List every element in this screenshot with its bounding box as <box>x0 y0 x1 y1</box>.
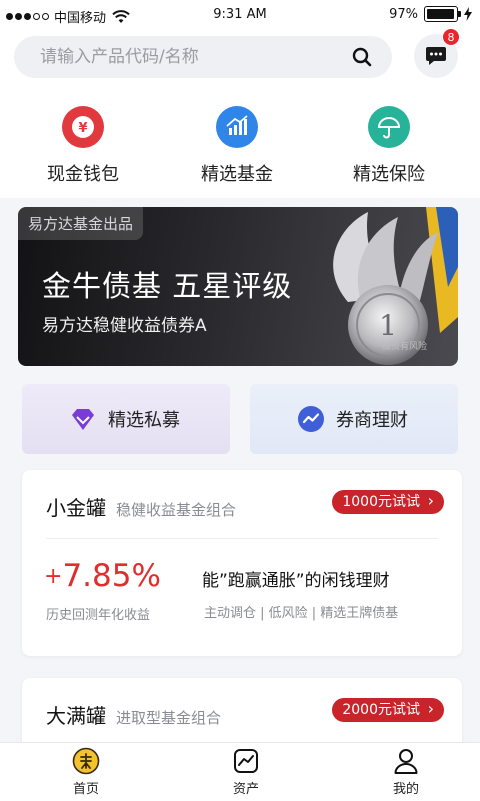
asset-chart-icon <box>232 747 260 775</box>
status-bar: 中国移动 9:31 AM 97% <box>0 0 480 30</box>
product-desc: 进取型基金组合 <box>116 709 222 727</box>
quick-label: 精选保险 <box>353 164 425 185</box>
battery-icon <box>424 6 461 22</box>
product-name: 小金罐 <box>46 496 106 520</box>
private-fund-card[interactable]: 精选私募 <box>22 384 230 454</box>
product-name: 大满罐 <box>46 704 106 728</box>
banner-tag: 易方达基金出品 <box>18 207 144 240</box>
product-slogan: 能”跑赢通胀”的闲钱理财 <box>202 571 390 591</box>
tab-label: 首页 <box>72 782 99 797</box>
tab-home[interactable]: 首页 <box>46 747 126 797</box>
quick-entries: ¥ 现金钱包 精选基金 精选保险 <box>0 90 480 198</box>
search-input[interactable] <box>40 36 340 78</box>
status-right: 97% <box>389 6 472 22</box>
tab-label: 我的 <box>392 782 419 797</box>
battery-percent: 97% <box>389 6 418 22</box>
message-button[interactable]: 8 <box>414 28 460 78</box>
quick-label: 精选基金 <box>201 164 273 185</box>
chart-up-icon <box>216 106 258 148</box>
quick-item-insurance[interactable]: 精选保险 <box>324 106 454 186</box>
rate-value: 7.85% <box>62 558 161 594</box>
charging-icon <box>464 7 472 21</box>
user-icon <box>392 747 420 775</box>
private-fund-label: 精选私募 <box>108 410 180 431</box>
product-desc: 稳健收益基金组合 <box>116 501 237 519</box>
try-button[interactable]: 2000元试试 <box>332 697 444 722</box>
tab-label: 资产 <box>232 782 259 797</box>
divider <box>46 538 438 539</box>
product-card-xiaojinguan[interactable]: 小金罐 稳健收益基金组合 1000元试试 +7.85% 历史回测年化收益 能”跑… <box>22 470 462 656</box>
broker-wealth-label: 券商理财 <box>336 410 408 431</box>
try-button[interactable]: 1000元试试 <box>332 489 444 514</box>
home-coin-icon <box>72 747 100 775</box>
rate-sign: + <box>44 564 63 589</box>
product-header: 大满罐 进取型基金组合 <box>46 700 221 729</box>
umbrella-icon <box>368 106 410 148</box>
product-rate: +7.85% <box>44 558 161 594</box>
tab-assets[interactable]: 资产 <box>206 747 286 797</box>
tab-mine[interactable]: 我的 <box>366 747 446 797</box>
top-bar: 8 <box>0 28 480 90</box>
diamond-icon <box>72 409 94 430</box>
message-icon <box>426 47 446 65</box>
yuan-icon: ¥ <box>62 106 104 148</box>
quick-item-funds[interactable]: 精选基金 <box>172 106 302 186</box>
message-badge: 8 <box>442 28 460 46</box>
product-header: 小金罐 稳健收益基金组合 <box>46 492 236 521</box>
quick-label: 现金钱包 <box>47 164 119 185</box>
svg-text:¥: ¥ <box>78 121 87 136</box>
banner-risk-note: 投资有风险 <box>382 342 428 352</box>
quick-item-cash-wallet[interactable]: ¥ 现金钱包 <box>18 106 148 186</box>
rate-label: 历史回测年化收益 <box>46 608 151 623</box>
svg-text:1: 1 <box>379 309 397 342</box>
search-box[interactable] <box>14 36 392 78</box>
banner-title: 金牛债基 五星评级 <box>42 269 293 303</box>
broker-wealth-card[interactable]: 券商理财 <box>250 384 458 454</box>
product-tags: 主动调仓 | 低风险 | 精选王牌债基 <box>204 606 399 621</box>
search-icon[interactable] <box>352 47 372 67</box>
promo-banner[interactable]: 易方达基金出品 金牛债基 五星评级 易方达稳健收益债券A 1 投资有风险 <box>18 207 458 366</box>
banner-subtitle: 易方达稳健收益债券A <box>42 316 207 336</box>
bottom-tab-bar: 首页 资产 我的 <box>0 742 480 801</box>
trend-icon <box>298 406 324 432</box>
